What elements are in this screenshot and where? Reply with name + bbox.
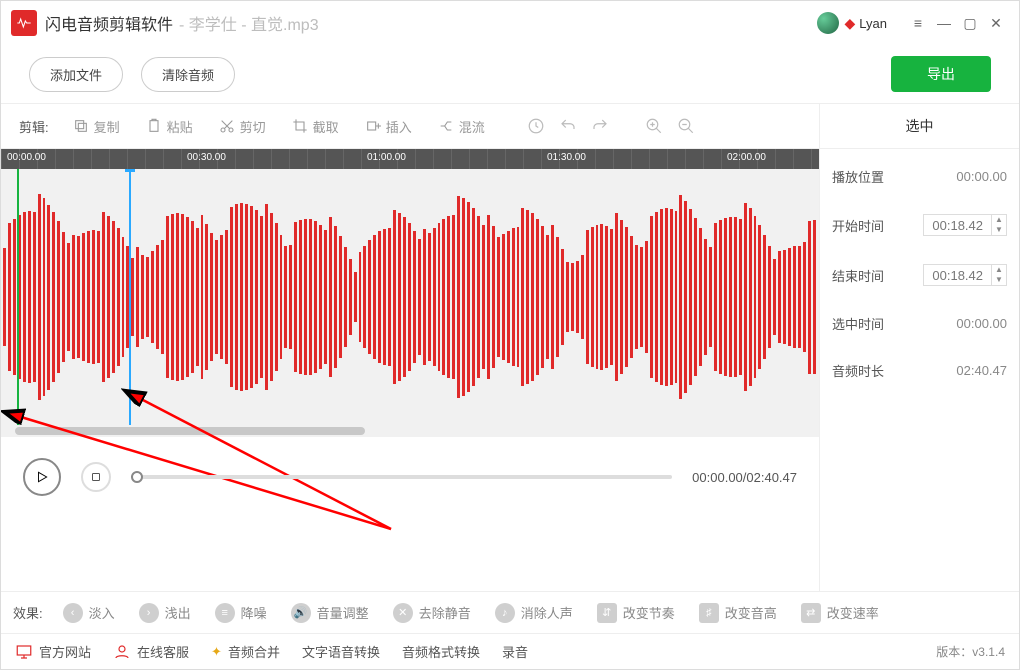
denoise-icon: ≡	[215, 603, 235, 623]
version-label: 版本：v3.1.4	[936, 643, 1005, 660]
end-time-label: 结束时间	[832, 266, 884, 285]
ruler-tick: 00:00.00	[7, 152, 46, 163]
vocal-icon: ♪	[495, 603, 515, 623]
tempo-icon: ⇵	[597, 603, 617, 623]
tts-link[interactable]: 文字语音转换	[302, 642, 380, 661]
effects-bar: 效果: ‹淡入 ›浅出 ≡降噪 🔊音量调整 ✕去除静音 ♪消除人声 ⇵改变节奏 …	[1, 591, 1019, 633]
volume-icon: 🔊	[291, 603, 311, 623]
play-pos-label: 播放位置	[832, 167, 884, 186]
menu-button[interactable]: ≡	[905, 10, 931, 36]
app-window: 闪电音频剪辑软件 - 李学仕 - 直觉.mp3 ◆ Lyan ≡ — ▢ ✕ 添…	[0, 0, 1020, 670]
monitor-icon	[15, 643, 33, 661]
minimize-button[interactable]: —	[931, 10, 957, 36]
maximize-button[interactable]: ▢	[957, 10, 983, 36]
mix-icon	[438, 118, 454, 134]
play-button[interactable]	[23, 458, 61, 496]
effects-label: 效果:	[13, 603, 43, 622]
app-logo-icon	[11, 10, 37, 36]
playback-controls: 00:00.00/02:40.47	[1, 437, 819, 517]
insert-icon	[365, 118, 381, 134]
merge-icon: ✦	[211, 644, 222, 660]
start-time-spinner[interactable]: 00:18.42 ▲▼	[923, 214, 1007, 236]
ruler-tick: 02:00.00	[727, 152, 766, 163]
support-link[interactable]: 在线客服	[113, 642, 189, 661]
selection-start-marker[interactable]	[17, 169, 19, 425]
mix-button[interactable]: 混流	[430, 113, 493, 140]
trim-silence-button[interactable]: ✕去除静音	[385, 599, 479, 627]
volume-button[interactable]: 🔊音量调整	[283, 599, 377, 627]
scissors-icon	[219, 118, 235, 134]
ruler-tick: 01:30.00	[547, 152, 586, 163]
title-bar: 闪电音频剪辑软件 - 李学仕 - 直觉.mp3 ◆ Lyan ≡ — ▢ ✕	[1, 1, 1019, 45]
copy-icon	[73, 118, 89, 134]
total-dur-value: 02:40.47	[956, 363, 1007, 378]
waveform-scrollbar[interactable]	[1, 425, 819, 437]
right-header: 选中	[820, 104, 1019, 148]
speed-icon: ⇄	[801, 603, 821, 623]
ruler-tick: 00:30.00	[187, 152, 226, 163]
fade-out-icon: ›	[139, 603, 159, 623]
stop-button[interactable]	[81, 462, 111, 492]
action-row: 添加文件 清除音频 导出	[1, 45, 1019, 103]
record-link[interactable]: 录音	[502, 642, 528, 661]
add-file-button[interactable]: 添加文件	[29, 57, 123, 92]
time-ruler[interactable]: 00:00.00 00:30.00 01:00.00 01:30.00 02:0…	[1, 149, 819, 169]
undo-button[interactable]	[557, 115, 579, 137]
clear-audio-button[interactable]: 清除音频	[141, 57, 235, 92]
spin-down-icon[interactable]: ▼	[992, 275, 1006, 285]
sel-dur-value: 00:00.00	[956, 316, 1007, 331]
remove-vocal-button[interactable]: ♪消除人声	[487, 599, 581, 627]
fade-in-button[interactable]: ‹淡入	[55, 599, 123, 627]
merge-link[interactable]: ✦ 音频合并	[211, 642, 280, 661]
zoom-out-button[interactable]	[675, 115, 697, 137]
app-title: 闪电音频剪辑软件	[45, 11, 173, 35]
spin-down-icon[interactable]: ▼	[992, 225, 1006, 235]
toolbar-label: 剪辑:	[19, 117, 49, 136]
end-time-spinner[interactable]: 00:18.42 ▲▼	[923, 264, 1007, 286]
crop-icon	[292, 118, 308, 134]
waveform[interactable]	[1, 169, 819, 425]
ruler-tick: 01:00.00	[367, 152, 406, 163]
avatar[interactable]	[817, 12, 839, 34]
denoise-button[interactable]: ≡降噪	[207, 599, 275, 627]
file-name: - 李学仕 - 直觉.mp3	[179, 11, 319, 35]
paste-icon	[146, 118, 162, 134]
format-link[interactable]: 音频格式转换	[402, 642, 480, 661]
gem-icon: ◆	[845, 15, 856, 32]
speed-button[interactable]: ⇄改变速率	[793, 599, 887, 627]
info-panel: 播放位置 00:00.00 开始时间 00:18.42 ▲▼ 结束时间 00:1…	[819, 149, 1019, 591]
time-display: 00:00.00/02:40.47	[692, 470, 797, 485]
total-dur-label: 音频时长	[832, 361, 884, 380]
zoom-in-button[interactable]	[643, 115, 665, 137]
paste-button[interactable]: 粘贴	[138, 113, 201, 140]
pitch-button[interactable]: ♯改变音高	[691, 599, 785, 627]
close-button[interactable]: ✕	[983, 10, 1009, 36]
seek-slider[interactable]	[131, 475, 672, 479]
support-icon	[113, 643, 131, 661]
pitch-icon: ♯	[699, 603, 719, 623]
start-time-label: 开始时间	[832, 216, 884, 235]
footer: 官方网站 在线客服 ✦ 音频合并 文字语音转换 音频格式转换 录音 版本：v3.…	[1, 633, 1019, 669]
export-button[interactable]: 导出	[891, 56, 991, 92]
mute-icon: ✕	[393, 603, 413, 623]
crop-button[interactable]: 截取	[284, 113, 347, 140]
fade-in-icon: ‹	[63, 603, 83, 623]
official-site-link[interactable]: 官方网站	[15, 642, 91, 661]
sel-dur-label: 选中时间	[832, 314, 884, 333]
tempo-button[interactable]: ⇵改变节奏	[589, 599, 683, 627]
cut-button[interactable]: 剪切	[211, 113, 274, 140]
spin-up-icon[interactable]: ▲	[992, 215, 1006, 225]
insert-button[interactable]: 插入	[357, 113, 420, 140]
play-pos-value: 00:00.00	[956, 169, 1007, 184]
spin-up-icon[interactable]: ▲	[992, 265, 1006, 275]
edit-toolbar: 剪辑: 复制 粘贴 剪切 截取 插入 混流	[1, 104, 819, 148]
redo-button[interactable]	[589, 115, 611, 137]
fade-out-button[interactable]: ›浅出	[131, 599, 199, 627]
history-button[interactable]	[525, 115, 547, 137]
user-name[interactable]: Lyan	[859, 16, 887, 31]
playhead-marker[interactable]	[129, 169, 131, 425]
copy-button[interactable]: 复制	[65, 113, 128, 140]
